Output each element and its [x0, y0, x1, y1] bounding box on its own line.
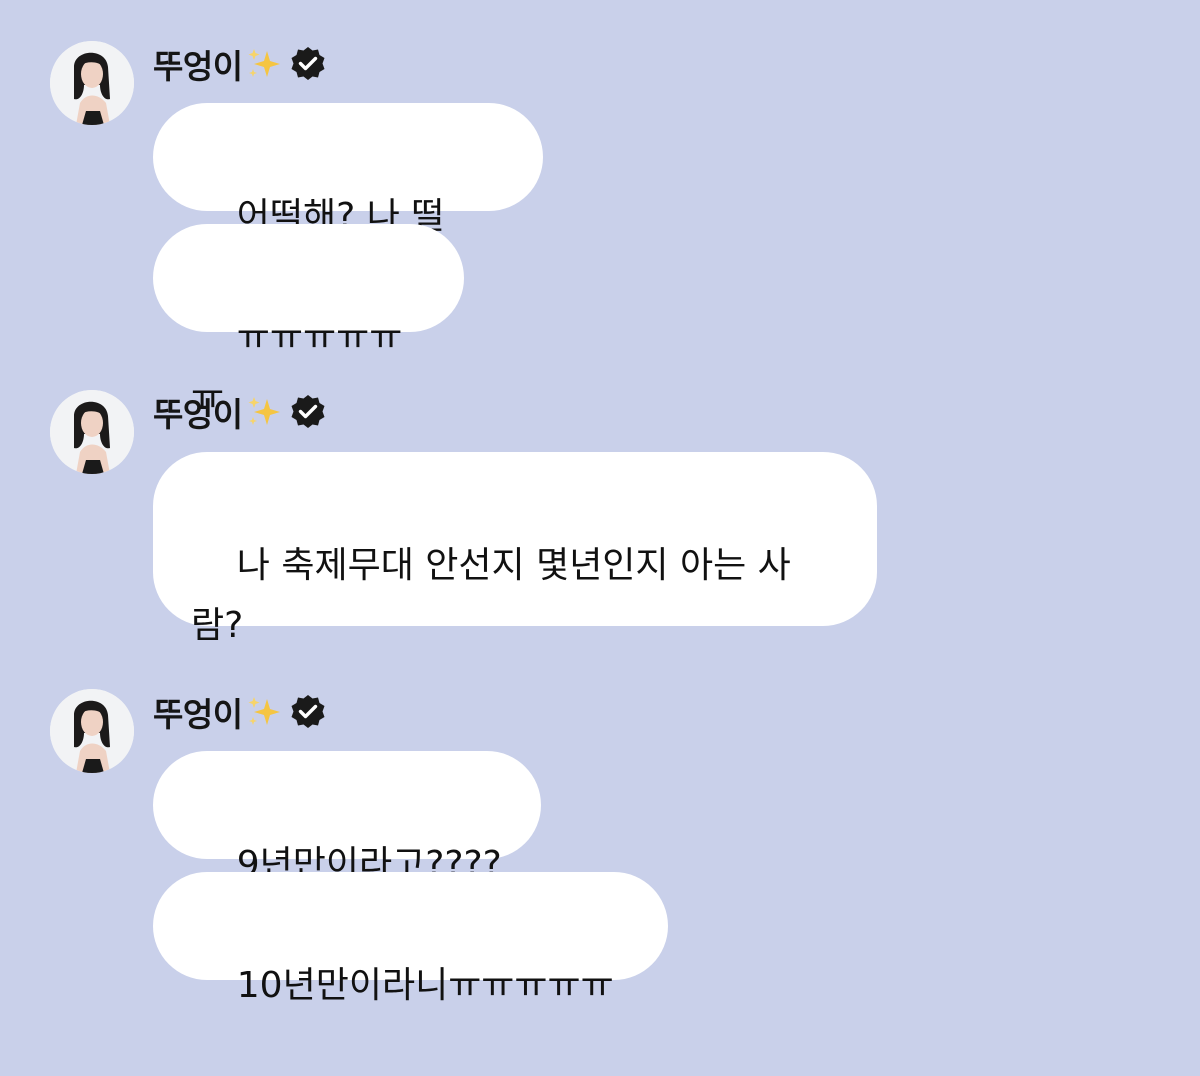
sender-header: 뚜엉이: [153, 42, 327, 86]
sender-header: 뚜엉이: [153, 690, 327, 734]
message-bubble[interactable]: 10년만이라니ㅠㅠㅠㅠㅠ: [153, 872, 668, 1006]
verified-badge-icon: [289, 693, 327, 731]
avatar-photo: [50, 41, 134, 125]
sparkles-icon: [245, 393, 283, 431]
message-bubble[interactable]: 9년만이라고????: [153, 751, 541, 885]
message-bubble[interactable]: 어떡해? 나 떨려...: [153, 103, 543, 297]
sender-name[interactable]: 뚜엉이: [153, 688, 243, 736]
avatar[interactable]: [50, 390, 134, 474]
sender-name[interactable]: 뚜엉이: [153, 388, 243, 436]
message-bubble[interactable]: ㅠㅠㅠㅠㅠㅠ: [153, 224, 464, 418]
message-text: 나 축제무대 안선지 몇년인지 아는 사람?: [191, 545, 791, 646]
sparkles-icon: [245, 693, 283, 731]
message-text: 10년만이라니ㅠㅠㅠㅠㅠ: [236, 965, 614, 1006]
sender-header: 뚜엉이: [153, 390, 327, 434]
avatar[interactable]: [50, 41, 134, 125]
sparkles-icon: [245, 45, 283, 83]
avatar[interactable]: [50, 689, 134, 773]
verified-badge-icon: [289, 393, 327, 431]
message-bubble[interactable]: 나 축제무대 안선지 몇년인지 아는 사람?: [153, 452, 877, 646]
avatar-photo: [50, 689, 134, 773]
avatar-photo: [50, 390, 134, 474]
sender-name[interactable]: 뚜엉이: [153, 40, 243, 88]
verified-badge-icon: [289, 45, 327, 83]
